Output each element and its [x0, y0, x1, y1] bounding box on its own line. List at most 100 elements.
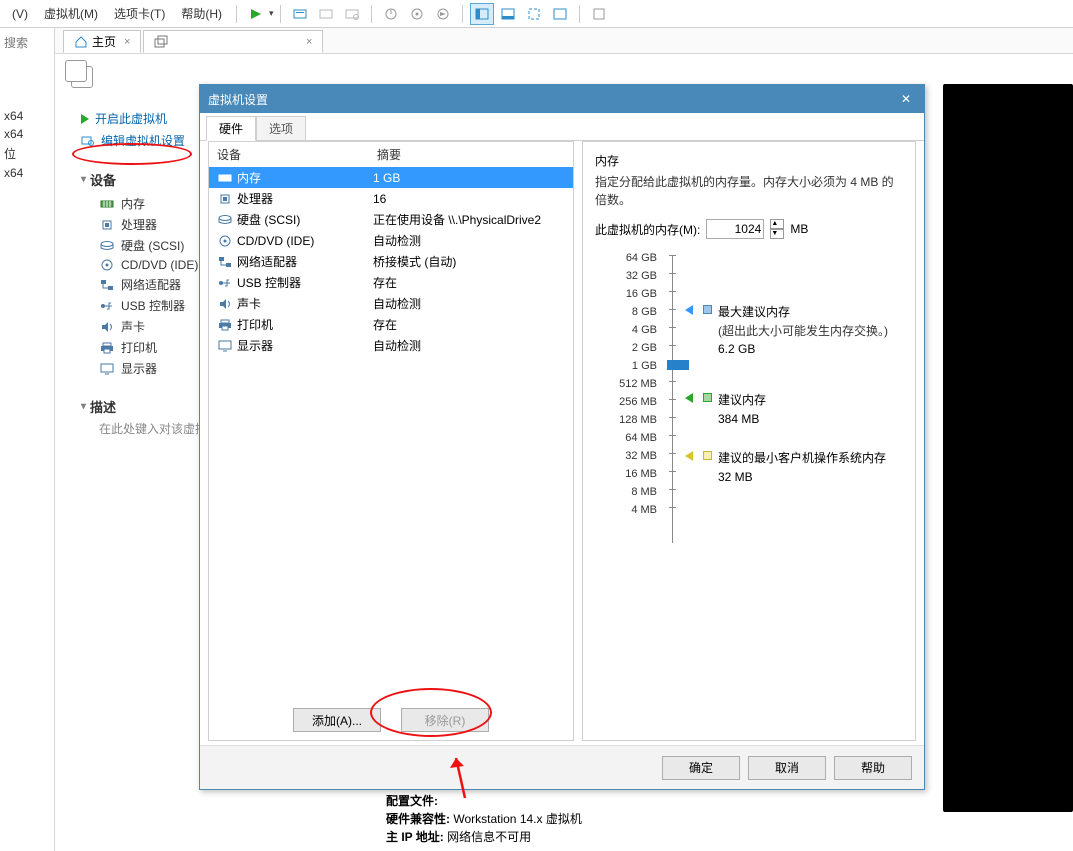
toolbar-icon[interactable] [587, 3, 611, 25]
hardware-row[interactable]: 打印机存在 [209, 314, 573, 335]
hardware-row[interactable]: 网络适配器桥接模式 (自动) [209, 251, 573, 272]
tick-label: 8 MB [595, 483, 657, 501]
cpu-icon [99, 218, 115, 232]
tick-label: 8 GB [595, 303, 657, 321]
hardware-row[interactable]: 显示器 自动检测 [209, 335, 573, 356]
cancel-button[interactable]: 取消 [748, 756, 826, 780]
layout-icon[interactable] [470, 3, 494, 25]
hw-label: 内存 [237, 169, 261, 186]
close-icon[interactable]: × [306, 36, 312, 48]
spinner-down-icon: ▼ [770, 229, 784, 239]
remove-button: 移除(R) [401, 708, 489, 732]
ip-value: 网络信息不可用 [447, 830, 531, 844]
ip-label: 主 IP 地址: [386, 830, 444, 844]
hw-summary: 自动检测 [373, 337, 421, 354]
tab-strip: 主页 × × [55, 28, 1073, 54]
menu-item[interactable]: (V) [4, 3, 36, 25]
hardware-row[interactable]: CD/DVD (IDE) 自动检测 [209, 230, 573, 251]
hdd-icon [217, 213, 233, 227]
vm-display [943, 84, 1073, 812]
tree-item[interactable]: 位 [0, 143, 54, 164]
toolbar-icon[interactable] [340, 3, 364, 25]
menubar: (V) 虚拟机(M) 选项卡(T) 帮助(H) ▾ [0, 0, 1073, 28]
tab-options[interactable]: 选项 [256, 116, 306, 141]
hardware-row[interactable]: 声卡自动检测 [209, 293, 573, 314]
ok-button[interactable]: 确定 [662, 756, 740, 780]
device-label: USB 控制器 [121, 297, 185, 314]
hw-label: 显示器 [237, 337, 273, 354]
tick-label: 4 MB [595, 501, 657, 519]
hardware-row[interactable]: 内存1 GB [209, 167, 573, 188]
device-label: 显示器 [121, 360, 157, 377]
add-button[interactable]: 添加(A)... [293, 708, 381, 732]
memory-slider[interactable] [663, 249, 681, 549]
play-icon[interactable] [244, 3, 268, 25]
memory-input[interactable] [706, 219, 764, 239]
tick-label: 256 MB [595, 393, 657, 411]
usb-icon [99, 299, 115, 313]
snapshot-icon[interactable] [431, 3, 455, 25]
spinner-up-icon: ▲ [770, 219, 784, 229]
hw-label: CD/DVD (IDE) [237, 234, 314, 248]
tree-item[interactable]: x64 [0, 164, 54, 182]
menu-item[interactable]: 选项卡(T) [106, 1, 173, 26]
tabs-icon [154, 35, 168, 49]
memory-icon [99, 197, 115, 211]
memory-tick-labels: 64 GB32 GB16 GB8 GB4 GB2 GB1 GB512 MB256… [595, 249, 657, 549]
tick-label: 2 GB [595, 339, 657, 357]
hardware-row[interactable]: 硬盘 (SCSI)正在使用设备 \\.\PhysicalDrive2 [209, 209, 573, 230]
snapshot-icon[interactable] [379, 3, 403, 25]
toolbar-icon[interactable] [314, 3, 338, 25]
tab-hardware[interactable]: 硬件 [206, 116, 256, 141]
tab-home[interactable]: 主页 × [63, 30, 141, 53]
dialog-footer: 确定 取消 帮助 [200, 745, 924, 789]
marker-recommended: 建议内存384 MB [685, 391, 766, 428]
tree-item[interactable]: x64 [0, 107, 54, 125]
spinner[interactable]: ▲▼ [770, 219, 784, 239]
tick-label: 4 GB [595, 321, 657, 339]
tab-vm[interactable]: × [143, 30, 323, 53]
unity-icon[interactable] [548, 3, 572, 25]
help-button[interactable]: 帮助 [834, 756, 912, 780]
network-icon [99, 278, 115, 292]
printer-icon [99, 341, 115, 355]
memory-panel: 内存 指定分配给此虚拟机的内存量。内存大小必须为 4 MB 的倍数。 此虚拟机的… [582, 141, 916, 741]
home-icon [74, 35, 88, 49]
menu-item[interactable]: 帮助(H) [173, 1, 230, 26]
dialog-titlebar[interactable]: 虚拟机设置 ✕ [200, 85, 924, 113]
vm-icon [65, 60, 97, 92]
hw-label: 打印机 [237, 316, 273, 333]
config-file-label: 配置文件: [386, 794, 438, 808]
close-icon[interactable]: ✕ [896, 92, 916, 106]
device-label: 硬盘 (SCSI) [121, 237, 184, 254]
menu-item[interactable]: 虚拟机(M) [36, 1, 106, 26]
tick-label: 64 MB [595, 429, 657, 447]
device-label: 声卡 [121, 318, 145, 335]
device-label: 处理器 [121, 216, 157, 233]
library-panel: 搜索 x64 x64 位 x64 [0, 28, 55, 851]
memory-unit: MB [790, 222, 808, 236]
display-icon [99, 362, 115, 376]
dialog-title: 虚拟机设置 [208, 91, 268, 108]
display-icon [217, 339, 233, 353]
snapshot-icon[interactable] [405, 3, 429, 25]
printer-icon [217, 318, 233, 332]
memory-field-label: 此虚拟机的内存(M): [595, 221, 700, 238]
fullscreen-icon[interactable] [522, 3, 546, 25]
dropdown-icon[interactable]: ▾ [269, 8, 274, 19]
tree-item[interactable]: x64 [0, 125, 54, 143]
toolbar-icon[interactable] [288, 3, 312, 25]
memory-desc: 指定分配给此虚拟机的内存量。内存大小必须为 4 MB 的倍数。 [595, 173, 903, 209]
layout-icon[interactable] [496, 3, 520, 25]
tick-label: 1 GB [595, 357, 657, 375]
marker-max: 最大建议内存(超出此大小可能发生内存交换。)6.2 GB [685, 303, 888, 359]
search-input[interactable]: 搜索 [0, 28, 54, 57]
hardware-row[interactable]: USB 控制器存在 [209, 272, 573, 293]
cd-icon [217, 234, 233, 248]
compat-value: Workstation 14.x 虚拟机 [453, 812, 582, 826]
cd-icon [99, 258, 115, 272]
hardware-row[interactable]: 处理器16 [209, 188, 573, 209]
hw-summary: 自动检测 [373, 232, 421, 249]
close-icon[interactable]: × [124, 36, 130, 48]
sound-icon [217, 297, 233, 311]
